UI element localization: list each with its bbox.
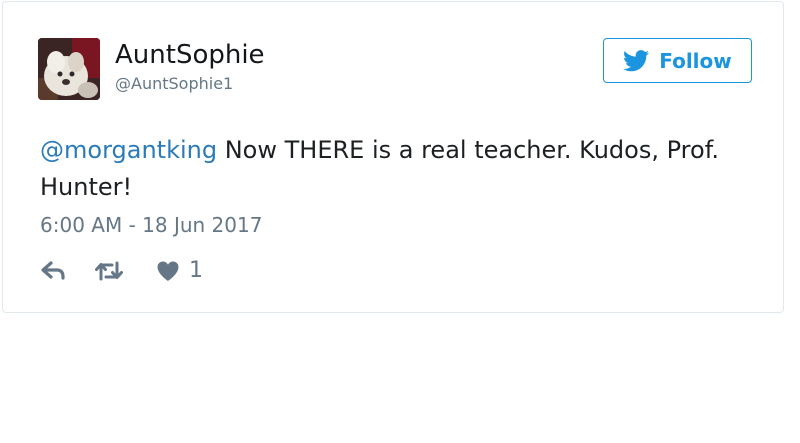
mention-link[interactable]: @morgantking bbox=[40, 136, 217, 164]
follow-button[interactable]: Follow bbox=[603, 38, 752, 83]
follow-button-label: Follow bbox=[659, 48, 732, 73]
avatar[interactable] bbox=[38, 38, 100, 100]
retweet-icon bbox=[95, 261, 123, 281]
like-count: 1 bbox=[189, 258, 203, 283]
tweet-actions: 1 bbox=[40, 256, 203, 286]
like-button[interactable]: 1 bbox=[156, 257, 203, 285]
twitter-bird-icon bbox=[623, 49, 650, 71]
reply-icon bbox=[41, 261, 65, 280]
author-handle[interactable]: @AuntSophie1 bbox=[115, 74, 233, 94]
heart-icon bbox=[157, 261, 179, 281]
reply-button[interactable] bbox=[40, 260, 68, 282]
tweet-timestamp[interactable]: 6:00 AM - 18 Jun 2017 bbox=[40, 211, 262, 239]
tweet-text: @morgantking Now THERE is a real teacher… bbox=[40, 132, 770, 206]
author-display-name[interactable]: AuntSophie bbox=[115, 38, 265, 72]
avatar-image bbox=[38, 38, 100, 100]
retweet-button[interactable] bbox=[94, 260, 124, 282]
tweet-card: AuntSophie @AuntSophie1 Follow @morgantk… bbox=[2, 1, 784, 313]
